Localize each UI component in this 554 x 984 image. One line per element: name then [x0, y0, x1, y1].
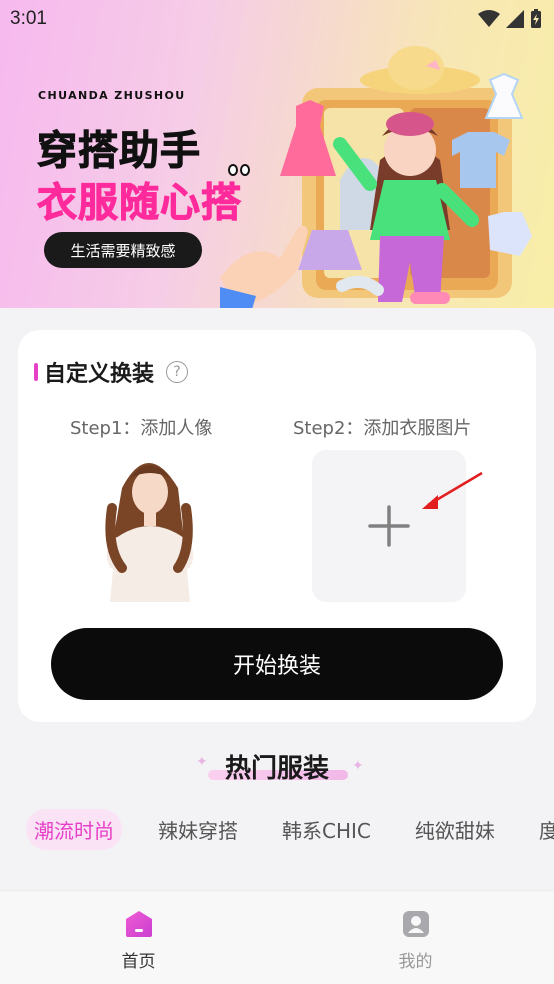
custom-dressup-card: 自定义换装 ? Step1：添加人像 Step2：添加衣服图片 开始换装 — [18, 330, 536, 722]
portrait-image[interactable] — [102, 448, 194, 602]
profile-icon — [402, 911, 429, 937]
status-time: 3:01 — [10, 8, 47, 29]
wifi-icon — [478, 10, 500, 27]
tab-category[interactable]: 韩系CHIC — [274, 809, 379, 850]
status-bar: 3:01 — [0, 0, 554, 38]
home-icon — [125, 911, 152, 937]
help-icon[interactable]: ? — [166, 361, 189, 383]
title-accent-bar — [34, 363, 38, 381]
category-tabs: 潮流时尚 辣妹穿搭 韩系CHIC 纯欲甜妹 度 — [26, 808, 554, 850]
nav-home[interactable]: 首页 — [0, 891, 277, 984]
nav-profile[interactable]: 我的 — [277, 891, 554, 984]
wardrobe-illustration — [220, 46, 532, 308]
hot-section-header: ✦ ✦ 热门服装 — [0, 748, 554, 788]
brand-english: CHUANDA ZHUSHOU — [38, 89, 186, 102]
start-dressup-button[interactable]: 开始换装 — [51, 628, 503, 700]
brand-title: 穿搭助手 — [37, 128, 201, 175]
hot-section-title: 热门服装 — [224, 754, 329, 784]
signal-icon — [506, 10, 524, 28]
step1-label: Step1：添加人像 — [70, 418, 213, 439]
battery-icon — [531, 9, 541, 28]
bottom-nav: 首页 我的 — [0, 890, 554, 984]
tab-category[interactable]: 纯欲甜妹 — [407, 809, 503, 850]
tagline-badge: 生活需要精致感 — [44, 232, 202, 268]
status-icons — [478, 9, 542, 29]
step2-label: Step2：添加衣服图片 — [293, 418, 472, 439]
nav-profile-label: 我的 — [398, 952, 433, 972]
brand-subtitle: 衣服随心搭 — [37, 180, 242, 227]
pointer-arrow-icon — [422, 471, 483, 509]
hero-banner[interactable]: 3:01 CHUANDA ZHUSHOU 穿搭助手 衣服随心搭 生活需要精致感 — [0, 0, 554, 308]
card-header: 自定义换装 ? — [34, 356, 189, 388]
tab-category[interactable]: 潮流时尚 — [26, 808, 122, 850]
tab-category[interactable]: 度 — [531, 809, 554, 850]
card-title: 自定义换装 — [44, 362, 155, 387]
nav-home-label: 首页 — [121, 952, 156, 972]
tab-category[interactable]: 辣妹穿搭 — [150, 809, 246, 850]
